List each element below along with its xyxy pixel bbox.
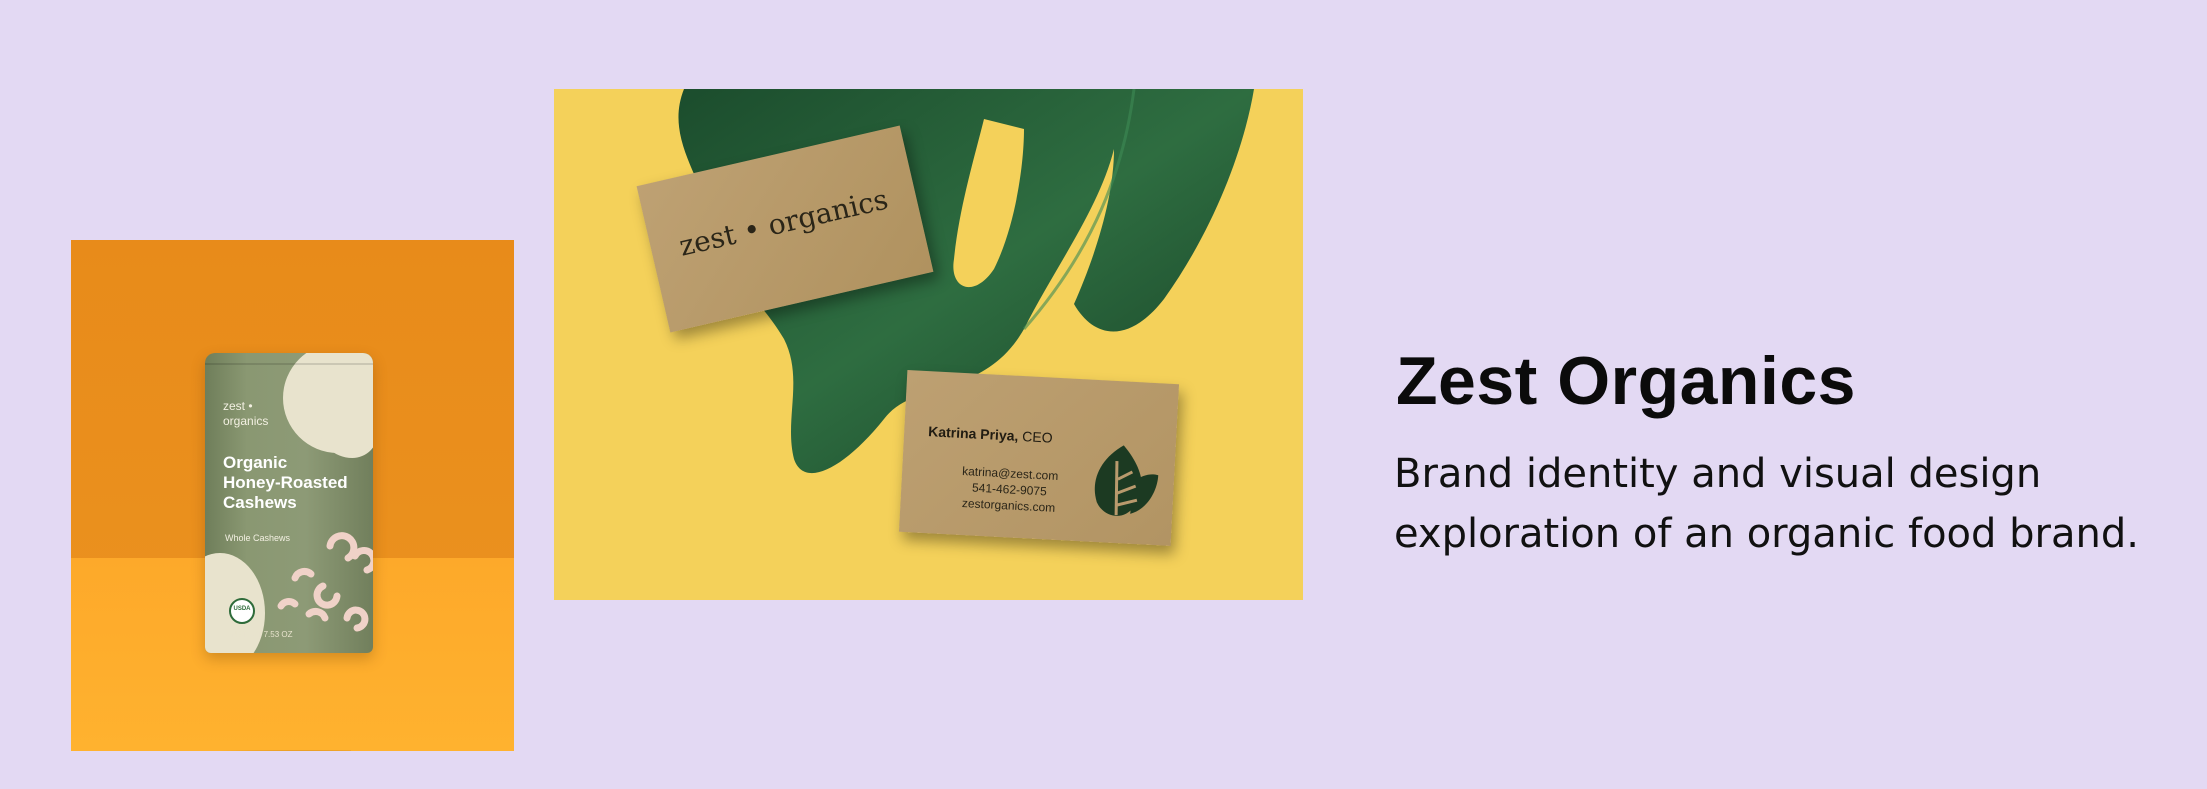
cashew-6 bbox=[305, 608, 329, 622]
business-cards-mockup-image: zest • organics Katrina Priya, CEO katri… bbox=[554, 89, 1303, 600]
project-description-line-2: exploration of an organic food brand. bbox=[1394, 511, 2139, 557]
cashew-illustration bbox=[277, 532, 373, 632]
cashew-1 bbox=[326, 532, 358, 562]
card-contact-details: katrina@zest.com 541-462-9075 zestorgani… bbox=[960, 463, 1059, 516]
business-card-back: Katrina Priya, CEO katrina@zest.com 541-… bbox=[898, 369, 1180, 547]
cashew-pouch: zest • organics Organic Honey-Roasted Ca… bbox=[205, 353, 373, 653]
card-logo-text: zest • organics bbox=[675, 182, 892, 263]
pouch-product-name: Organic Honey-Roasted Cashews bbox=[223, 453, 348, 512]
pouch-cream-shape-2 bbox=[318, 383, 373, 458]
card-contact-name: Katrina Priya, CEO bbox=[928, 423, 1053, 445]
organic-seal-icon: USDA bbox=[229, 598, 255, 624]
leaf-logo-icon bbox=[1094, 445, 1159, 516]
card-person-name: Katrina Priya, bbox=[927, 423, 1019, 444]
cashew-4 bbox=[313, 582, 341, 609]
project-title: Zest Organics bbox=[1396, 343, 1856, 419]
cashew-7 bbox=[343, 606, 369, 632]
project-description: Brand identity and visual design explora… bbox=[1394, 444, 2194, 564]
pouch-net-weight: NET WT 7.53 OZ bbox=[231, 630, 293, 639]
pouch-brand-label: zest • organics bbox=[223, 399, 269, 428]
project-description-line-1: Brand identity and visual design bbox=[1394, 451, 2042, 497]
pouch-zipper bbox=[205, 363, 373, 365]
card-person-role: CEO bbox=[1021, 428, 1054, 446]
seal-text: USDA bbox=[233, 606, 251, 612]
cashew-5 bbox=[277, 598, 299, 610]
pouch-shadow bbox=[191, 750, 351, 751]
cashew-3 bbox=[291, 568, 315, 582]
pouch-mockup-image: zest • organics Organic Honey-Roasted Ca… bbox=[71, 240, 514, 751]
cashew-2 bbox=[351, 547, 373, 574]
